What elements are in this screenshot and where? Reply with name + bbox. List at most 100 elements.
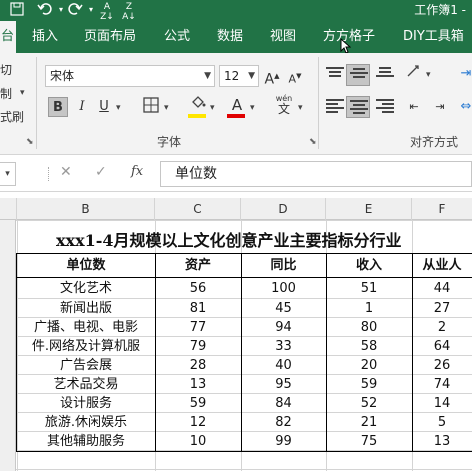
table-cell[interactable]: 件.网络及计算机服 [17,337,155,356]
table-cell[interactable]: 艺术品交易 [17,375,155,394]
fill-color-icon[interactable] [188,95,208,115]
font-size-select[interactable]: 12 ▼ [219,65,259,87]
borders-dropdown-icon[interactable]: ▾ [164,103,169,113]
table-cell[interactable]: 80 [326,318,412,337]
table-cell[interactable]: 52 [326,394,412,413]
table-cell[interactable]: 27 [412,299,472,318]
align-center-button[interactable] [346,96,370,118]
table-cell[interactable]: 40 [241,356,326,375]
table-cell[interactable]: 94 [241,318,326,337]
table-cell[interactable]: 5 [412,413,472,432]
header-cell-yoy[interactable]: 同比 [241,254,326,277]
bold-button[interactable]: B [48,97,68,117]
insert-function-icon[interactable]: fx [131,164,143,179]
table-cell[interactable]: 75 [326,432,412,451]
table-cell[interactable]: 33 [241,337,326,356]
table-cell[interactable]: 广告会展 [17,356,155,375]
table-cell[interactable]: 81 [155,299,241,318]
shrink-font-button[interactable]: A▼ [285,66,305,86]
wrap-text-icon[interactable]: ⇥ [456,64,472,84]
align-middle-button[interactable] [346,64,370,86]
table-cell[interactable]: 13 [155,375,241,394]
tab-diy-toolbox[interactable]: DIY工具箱 [403,21,464,53]
table-cell[interactable]: 79 [155,337,241,356]
font-name-select[interactable]: 宋体 ▼ [45,65,215,87]
phonetic-guide-button[interactable]: wén 文 [273,93,295,119]
align-left-icon[interactable] [326,99,344,113]
table-title[interactable]: xxx1-4月规模以上文化创意产业主要指标分行业 [56,227,402,251]
table-cell[interactable]: 新闻出版 [17,299,155,318]
table-cell[interactable]: 58 [326,337,412,356]
copy-button-label[interactable]: 制 [0,85,12,102]
table-cell[interactable]: 56 [155,279,241,298]
orientation-dropdown-icon[interactable]: ▾ [426,70,431,80]
header-cell-employees[interactable]: 从业人 [412,254,472,277]
table-cell[interactable]: 59 [155,394,241,413]
enter-icon[interactable]: ✓ [95,164,107,180]
italic-button[interactable]: I [72,97,92,117]
phonetic-dropdown-icon[interactable]: ▾ [298,103,303,113]
text-orientation-icon[interactable] [404,64,424,84]
table-cell[interactable]: 77 [155,318,241,337]
table-cell[interactable]: 45 [241,299,326,318]
table-cell[interactable]: 10 [155,432,241,451]
column-header-c[interactable]: C [155,198,241,220]
tab-data[interactable]: 数据 [217,21,243,53]
format-painter-label[interactable]: 式刷 [0,108,24,125]
table-cell[interactable]: 20 [326,356,412,375]
table-cell[interactable]: 95 [241,375,326,394]
table-cell[interactable]: 82 [241,413,326,432]
column-header-e[interactable]: E [326,198,412,220]
table-cell[interactable]: 设计服务 [17,394,155,413]
fill-color-dropdown-icon[interactable]: ▾ [210,103,215,113]
table-cell[interactable]: 44 [412,279,472,298]
column-header-f[interactable]: F [412,198,472,220]
tab-home[interactable]: 台 [0,21,16,53]
table-cell[interactable]: 28 [155,356,241,375]
column-header-b[interactable]: B [17,198,155,220]
header-cell-assets[interactable]: 资产 [155,254,241,277]
table-cell[interactable]: 旅游.休闲娱乐 [17,413,155,432]
tab-insert[interactable]: 插入 [32,21,58,53]
table-cell[interactable]: 2 [412,318,472,337]
worksheet-grid[interactable]: B C D E F xxx1-4月规模以上文化创意产业主要指标分行业 单位数 资… [0,192,472,471]
borders-icon[interactable] [141,97,161,117]
table-cell[interactable]: 13 [412,432,472,451]
tab-formulas[interactable]: 公式 [164,21,190,53]
table-cell[interactable]: 文化艺术 [17,279,155,298]
table-cell[interactable]: 59 [326,375,412,394]
font-color-dropdown-icon[interactable]: ▾ [250,103,255,113]
font-color-button[interactable]: A [227,95,247,115]
save-icon[interactable] [8,2,26,18]
decrease-indent-icon[interactable]: ⇤ [404,97,424,117]
table-cell[interactable]: 51 [326,279,412,298]
table-cell[interactable]: 12 [155,413,241,432]
table-cell[interactable]: 100 [241,279,326,298]
header-cell-unit[interactable]: 单位数 [17,254,155,277]
increase-indent-icon[interactable]: ⇥ [430,97,450,117]
table-cell[interactable]: 64 [412,337,472,356]
table-cell[interactable]: 14 [412,394,472,413]
sort-asc-icon[interactable]: A Z↓ [98,2,116,22]
grow-font-button[interactable]: A▲ [262,66,282,88]
merge-center-icon[interactable]: ⇔ [456,97,472,117]
align-bottom-icon[interactable] [376,67,394,81]
table-cell[interactable]: 84 [241,394,326,413]
cut-button-label[interactable]: 切 [0,61,12,78]
align-top-icon[interactable] [326,67,344,81]
copy-dropdown-icon[interactable]: ▾ [20,88,25,98]
table-cell[interactable]: 74 [412,375,472,394]
name-box-dropdown[interactable]: ▾ [0,162,16,186]
align-right-icon[interactable] [376,99,394,113]
tab-view[interactable]: 视图 [270,21,296,53]
underline-button[interactable]: U [94,97,114,117]
sort-desc-icon[interactable]: Z A↓ [120,2,138,22]
clipboard-launcher-icon[interactable]: ⬊ [26,137,34,147]
table-cell[interactable]: 26 [412,356,472,375]
font-launcher-icon[interactable]: ⬊ [309,137,317,147]
row-headers[interactable] [0,220,16,471]
table-cell[interactable]: 其他辅助服务 [17,432,155,451]
column-header-d[interactable]: D [241,198,326,220]
header-cell-revenue[interactable]: 收入 [326,254,412,277]
formula-input[interactable]: 单位数 [160,161,472,187]
